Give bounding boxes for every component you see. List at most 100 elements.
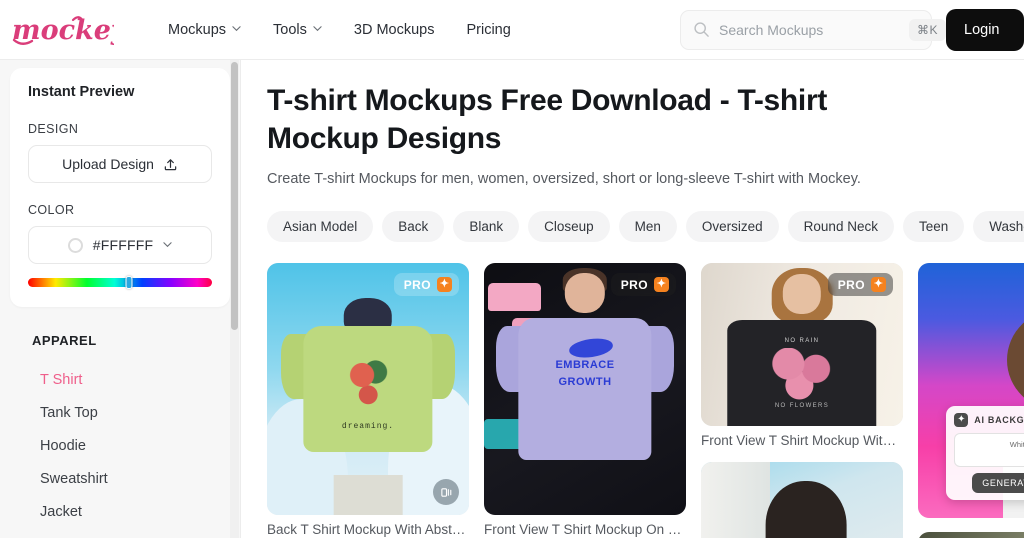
chevron-down-icon	[163, 240, 172, 249]
filter-chip-closeup[interactable]: Closeup	[528, 211, 610, 242]
mockup-image	[918, 532, 1024, 538]
nav-item-mockups[interactable]: Mockups	[152, 14, 257, 46]
color-swatch	[67, 237, 83, 253]
pro-badge: PRO ✦	[393, 273, 459, 296]
main-inner: T-shirt Mockups Free Download - T-shirt …	[241, 60, 1024, 538]
nav-label-pricing: Pricing	[466, 21, 511, 38]
filter-chip-oversized[interactable]: Oversized	[685, 211, 779, 242]
mockup-thumbnail[interactable]: NO RAIN NO FLOWERS PRO ✦	[701, 263, 903, 426]
ai-panel-title: AI BACKGROUND	[974, 414, 1024, 425]
shirt-print-bottom: NO FLOWERS	[774, 403, 830, 410]
grid-column-3: NO RAIN NO FLOWERS PRO ✦ Front View T Sh…	[701, 263, 903, 538]
filter-chip-back[interactable]: Back	[382, 211, 445, 242]
upload-design-label: Upload Design	[62, 156, 154, 172]
filter-chip-blank[interactable]: Blank	[453, 211, 520, 242]
filter-chip-round-neck[interactable]: Round Neck	[787, 211, 894, 242]
pro-badge: PRO ✦	[827, 273, 893, 296]
chevron-down-icon	[313, 24, 322, 33]
search-input[interactable]	[719, 21, 900, 38]
nav-item-tools[interactable]: Tools	[257, 14, 338, 46]
chevron-down-icon	[232, 24, 241, 33]
design-section-label: DESIGN	[28, 122, 79, 136]
upload-design-button[interactable]: Upload Design	[28, 145, 212, 183]
sidebar-scrollbar[interactable]	[230, 60, 239, 538]
mockup-card[interactable]	[918, 532, 1024, 538]
mockup-card[interactable]: EMBRACE GROWTH PRO ✦ Front View T Shirt …	[484, 263, 686, 537]
nav-label-tools: Tools	[273, 21, 307, 38]
page-title: T-shirt Mockups Free Download - T-shirt …	[267, 84, 828, 155]
hue-slider[interactable]	[28, 276, 212, 289]
mockup-image: dreaming.	[267, 263, 469, 515]
app-root: mockey Mockups Tools 3D Mockups	[0, 0, 1024, 538]
ai-background-panel[interactable]: ✦ AI BACKGROUND White sand under with cl…	[946, 405, 1024, 501]
filter-chip-washed[interactable]: Washed	[973, 211, 1024, 242]
nav-item-pricing[interactable]: Pricing	[450, 14, 526, 46]
mockup-thumbnail[interactable]	[701, 462, 903, 538]
pro-badge-label: PRO	[620, 277, 648, 292]
instant-preview-panel: Instant Preview DESIGN Upload Design COL…	[10, 68, 230, 307]
login-button[interactable]: Login	[946, 8, 1024, 51]
pro-badge-label: PRO	[837, 277, 865, 292]
mockup-card[interactable]	[701, 462, 903, 538]
mockup-thumbnail[interactable]: dreaming. PRO ✦	[267, 263, 469, 515]
header-right: ⌘K Login	[680, 8, 1024, 51]
sparkle-icon: ✦	[437, 277, 452, 292]
page-subtitle: Create T-shirt Mockups for men, women, o…	[267, 171, 861, 187]
sidebar-item-sweatshirt[interactable]: Sweatshirt	[32, 463, 220, 496]
color-value-label: #FFFFFF	[92, 237, 154, 253]
top-navbar: mockey Mockups Tools 3D Mockups	[0, 0, 1024, 60]
filter-chip-asian-model[interactable]: Asian Model	[267, 211, 374, 242]
color-section-label: COLOR	[28, 203, 75, 217]
nav-label-mockups: Mockups	[168, 21, 227, 38]
page-body: Instant Preview DESIGN Upload Design COL…	[0, 60, 1024, 538]
compare-icon[interactable]	[433, 479, 459, 505]
mockup-thumbnail[interactable]: ✦ AI BACKGROUND White sand under with cl…	[918, 263, 1024, 518]
generate-button[interactable]: GENERATE	[972, 473, 1024, 494]
grid-column-4: ✦ AI BACKGROUND White sand under with cl…	[918, 263, 1024, 538]
color-picker-select[interactable]: #FFFFFF	[28, 226, 212, 264]
mockey-logo[interactable]: mockey	[10, 8, 114, 52]
main-nav: Mockups Tools 3D Mockups Pricing	[152, 14, 527, 46]
mockup-grid: dreaming. PRO ✦ Back T Shirt Mockup With…	[267, 263, 1024, 538]
left-sidebar: Instant Preview DESIGN Upload Design COL…	[0, 60, 241, 538]
grid-column-2: EMBRACE GROWTH PRO ✦ Front View T Shirt …	[484, 263, 686, 538]
nav-item-3d-mockups[interactable]: 3D Mockups	[338, 14, 451, 46]
filter-chip-men[interactable]: Men	[618, 211, 677, 242]
grid-column-1: dreaming. PRO ✦ Back T Shirt Mockup With…	[267, 263, 469, 538]
filter-chips: Asian Model Back Blank Closeup Men Overs…	[267, 211, 1024, 242]
sidebar-item-jacket[interactable]: Jacket	[32, 496, 220, 529]
mockup-card[interactable]: ✦ AI BACKGROUND White sand under with cl…	[918, 263, 1024, 518]
mockup-image: EMBRACE GROWTH	[484, 263, 686, 515]
shirt-print-line1: EMBRACE	[555, 358, 615, 371]
sidebar-item-t-shirt[interactable]: T Shirt	[32, 364, 220, 397]
apparel-section: APPAREL T Shirt Tank Top Hoodie Sweatshi…	[10, 307, 230, 529]
search-shortcut-badge: ⌘K	[909, 18, 947, 41]
mockup-thumbnail[interactable]: EMBRACE GROWTH PRO ✦	[484, 263, 686, 515]
search-box[interactable]: ⌘K	[680, 9, 947, 50]
apparel-title: APPAREL	[32, 333, 97, 348]
nav-label-3d-mockups: 3D Mockups	[353, 21, 435, 38]
mockup-thumbnail[interactable]	[918, 532, 1024, 538]
hue-slider-handle[interactable]	[125, 276, 133, 289]
svg-text:mockey: mockey	[12, 15, 114, 46]
shirt-print-line2: GROWTH	[558, 376, 612, 389]
mockup-card[interactable]: NO RAIN NO FLOWERS PRO ✦ Front View T Sh…	[701, 263, 903, 448]
mockup-card[interactable]: dreaming. PRO ✦ Back T Shirt Mockup With…	[267, 263, 469, 537]
sparkle-icon: ✦	[654, 277, 669, 292]
ai-prompt-line1: White sand under	[1009, 439, 1024, 449]
sparkle-icon: ✦	[954, 412, 969, 427]
shirt-print-text: dreaming.	[341, 421, 395, 431]
sidebar-item-hoodie[interactable]: Hoodie	[32, 430, 220, 463]
filter-chip-teen[interactable]: Teen	[902, 211, 965, 242]
search-icon	[693, 21, 710, 38]
pro-badge-label: PRO	[403, 277, 431, 292]
ai-prompt-field[interactable]: White sand under with clou	[954, 432, 1024, 468]
sidebar-item-tank-top[interactable]: Tank Top	[32, 397, 220, 430]
mockup-caption: Front View T Shirt Mockup On Model...	[484, 522, 686, 537]
mockup-image	[701, 462, 903, 538]
sidebar-scrollbar-thumb[interactable]	[231, 62, 238, 330]
mockup-caption: Back T Shirt Mockup With Abstract ...	[267, 522, 469, 537]
main-content: T-shirt Mockups Free Download - T-shirt …	[241, 60, 1024, 538]
pro-badge: PRO ✦	[610, 273, 676, 296]
upload-icon	[163, 157, 178, 172]
